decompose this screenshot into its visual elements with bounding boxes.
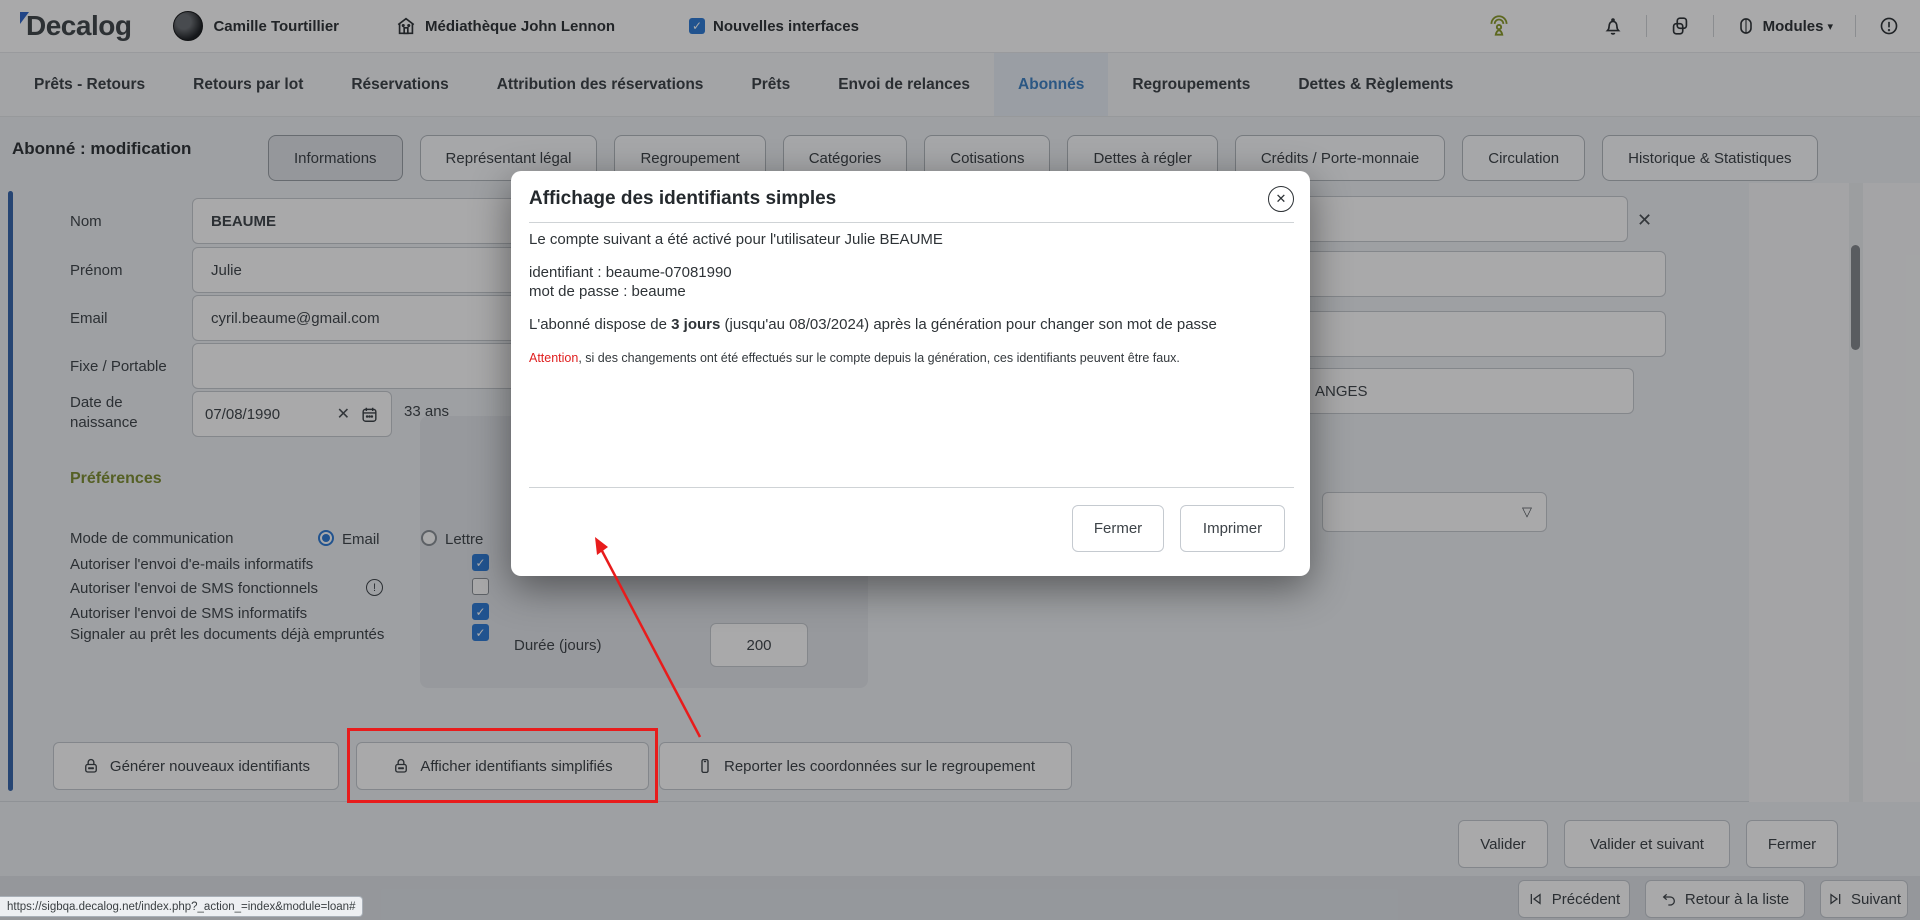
account-activated-line: Le compte suivant a été activé pour l'ut… — [529, 230, 1292, 249]
modal-fermer-button[interactable]: Fermer — [1072, 505, 1164, 552]
expiry-line: L'abonné dispose de 3 jours (jusqu'au 08… — [529, 315, 1292, 334]
login-line: identifiant : beaume-07081990 — [529, 263, 1292, 282]
modal-body: Le compte suivant a été activé pour l'ut… — [529, 228, 1292, 368]
status-url-tooltip: https://sigbqa.decalog.net/index.php?_ac… — [0, 896, 363, 917]
modal-title: Affichage des identifiants simples — [529, 188, 836, 210]
divider — [529, 487, 1294, 488]
identifiants-modal: Affichage des identifiants simples ✕ Le … — [511, 171, 1310, 576]
modal-imprimer-button[interactable]: Imprimer — [1180, 505, 1285, 552]
attention-line: Attention, si des changements ont été ef… — [529, 349, 1292, 368]
decalog-app: Decalog Camille Tourtillier Médiathèque … — [0, 0, 1920, 920]
divider — [529, 222, 1294, 223]
modal-close-icon[interactable]: ✕ — [1268, 186, 1294, 212]
annotation-highlight-box — [347, 728, 658, 803]
password-line: mot de passe : beaume — [529, 282, 1292, 301]
